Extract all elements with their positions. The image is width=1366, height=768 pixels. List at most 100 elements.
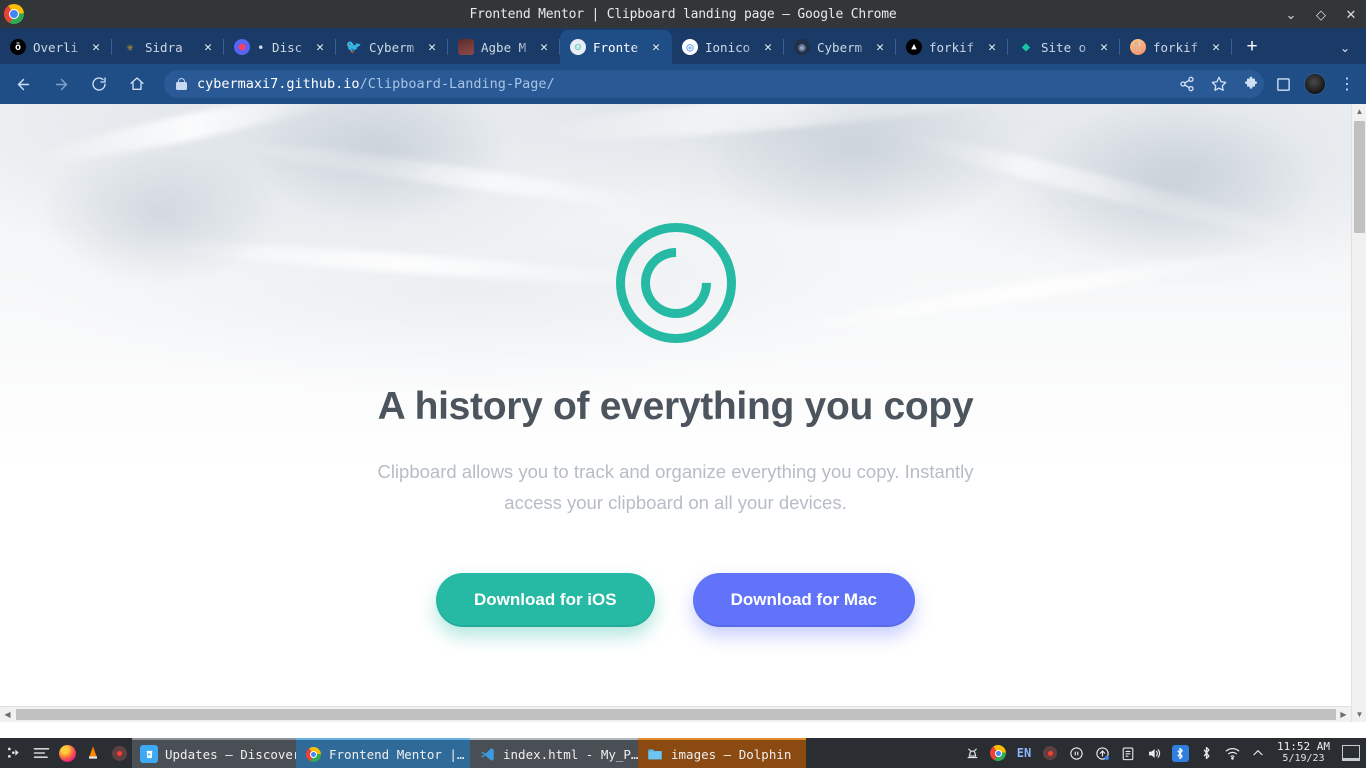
notifications-icon[interactable] xyxy=(959,738,985,768)
screen: Frontend Mentor | Clipboard landing page… xyxy=(0,0,1366,768)
tab-close-icon[interactable]: ✕ xyxy=(312,39,328,55)
side-panel-icon[interactable] xyxy=(1268,69,1298,99)
browser-tab[interactable]: • Disc ✕ xyxy=(224,30,336,64)
download-mac-button[interactable]: Download for Mac xyxy=(692,572,915,627)
tab-title: Site o xyxy=(1041,39,1087,55)
clock[interactable]: 11:52 AM 5/19/23 xyxy=(1271,741,1336,765)
clipboard-tray-icon[interactable] xyxy=(1115,738,1141,768)
folder-icon xyxy=(646,745,664,763)
bluetooth-active-icon[interactable] xyxy=(1167,738,1193,768)
wifi-icon[interactable] xyxy=(1219,738,1245,768)
url-host: cybermaxi7.github.io xyxy=(197,76,360,92)
vertical-scrollbar[interactable]: ▲ ▼ xyxy=(1351,104,1366,722)
lock-icon xyxy=(176,77,187,91)
maximize-button[interactable]: ◇ xyxy=(1314,8,1328,21)
scroll-up-arrow[interactable]: ▲ xyxy=(1352,104,1366,119)
taskbar-window-updates[interactable]: Updates — Discover xyxy=(132,738,296,768)
clock-date: 5/19/23 xyxy=(1282,753,1325,764)
desktop-taskbar: Updates — Discover Frontend Mentor |… in… xyxy=(0,738,1366,768)
browser-tab[interactable]: ✳ Sidra ✕ xyxy=(112,30,224,64)
cta-button-row: Download for iOS Download for Mac xyxy=(0,572,1351,627)
close-button[interactable]: ✕ xyxy=(1344,8,1358,21)
show-hidden-icons-chevron-icon[interactable] xyxy=(1245,738,1271,768)
address-bar[interactable]: cybermaxi7.github.io/Clipboard-Landing-P… xyxy=(164,70,1264,98)
browser-tab[interactable]: 🐦 Cyberm ✕ xyxy=(336,30,448,64)
bookmark-star-icon[interactable] xyxy=(1204,69,1234,99)
browser-title-bar: Frontend Mentor | Clipboard landing page… xyxy=(0,0,1366,28)
back-button[interactable] xyxy=(8,69,38,99)
tab-close-icon[interactable]: ✕ xyxy=(984,39,1000,55)
tab-close-icon[interactable]: ✕ xyxy=(536,39,552,55)
download-ios-button[interactable]: Download for iOS xyxy=(435,572,655,627)
tab-close-icon[interactable]: ✕ xyxy=(424,39,440,55)
sidra-icon: ✳ xyxy=(122,39,138,55)
browser-tab[interactable]: ◉ Cyberm ✕ xyxy=(784,30,896,64)
updates-icon[interactable] xyxy=(1089,738,1115,768)
tab-close-icon[interactable]: ✕ xyxy=(1096,39,1112,55)
firefox-icon[interactable] xyxy=(54,738,80,768)
taskbar-window-label: Updates — Discover xyxy=(165,746,296,762)
keyboard-language-indicator[interactable]: EN xyxy=(1011,738,1037,768)
reload-button[interactable] xyxy=(84,69,114,99)
horizontal-scrollbar[interactable]: ◀ ▶ xyxy=(0,706,1351,722)
share-icon[interactable] xyxy=(1172,69,1202,99)
clock-time: 11:52 AM xyxy=(1277,740,1330,753)
page-headline: A history of everything you copy xyxy=(377,385,974,428)
recorder-icon[interactable] xyxy=(1037,738,1063,768)
show-desktop-button[interactable] xyxy=(1342,745,1360,761)
tab-close-icon[interactable]: ✕ xyxy=(760,39,776,55)
page-viewport: A history of everything you copy Clipboa… xyxy=(0,104,1366,738)
extensions-puzzle-icon[interactable] xyxy=(1236,69,1266,99)
tab-close-icon[interactable]: ✕ xyxy=(872,39,888,55)
discord-icon xyxy=(234,39,250,55)
tab-close-icon[interactable]: ✕ xyxy=(200,39,216,55)
tab-close-icon[interactable]: ✕ xyxy=(648,39,664,55)
taskbar-window-label: images — Dolphin xyxy=(671,746,792,762)
media-pause-icon[interactable] xyxy=(1063,738,1089,768)
home-button[interactable] xyxy=(122,69,152,99)
taskbar-window-dolphin[interactable]: images — Dolphin xyxy=(638,738,806,768)
avatar-icon xyxy=(458,39,474,55)
forward-button[interactable] xyxy=(46,69,76,99)
browser-tab[interactable]: Agbe M ✕ xyxy=(448,30,560,64)
diamond-icon: ◆ xyxy=(1021,39,1031,55)
chrome-tray-icon[interactable] xyxy=(985,738,1011,768)
tab-search-button[interactable]: ⌄ xyxy=(1334,37,1356,59)
chrome-menu-icon[interactable]: ⋮ xyxy=(1332,69,1362,99)
tab-title: Cyberm xyxy=(369,39,415,55)
browser-tab[interactable]: ▲ forkif ✕ xyxy=(896,30,1008,64)
tab-close-icon[interactable]: ✕ xyxy=(88,39,104,55)
tab-separator xyxy=(1231,39,1232,55)
horizontal-scroll-thumb[interactable] xyxy=(16,709,1336,720)
avatar xyxy=(1304,73,1326,95)
tab-close-icon[interactable]: ✕ xyxy=(1208,39,1224,55)
browser-tab[interactable]: ☺ Fronte ✕ xyxy=(560,30,672,64)
forkify-icon: ▲ xyxy=(906,39,922,55)
twitter-icon: 🐦 xyxy=(346,39,362,55)
browser-tab[interactable]: ◎ Ionico ✕ xyxy=(672,30,784,64)
browser-toolbar: cybermaxi7.github.io/Clipboard-Landing-P… xyxy=(0,64,1366,104)
vertical-scroll-thumb[interactable] xyxy=(1354,121,1365,233)
volume-icon[interactable] xyxy=(1141,738,1167,768)
new-tab-button[interactable]: + xyxy=(1238,33,1266,61)
profile-avatar[interactable] xyxy=(1300,69,1330,99)
taskbar-window-vscode[interactable]: index.html - My_P… xyxy=(470,738,638,768)
tab-title: Agbe M xyxy=(481,39,527,55)
minimize-button[interactable]: ⌄ xyxy=(1284,8,1298,21)
scroll-right-arrow[interactable]: ▶ xyxy=(1336,707,1351,722)
scroll-left-arrow[interactable]: ◀ xyxy=(0,707,15,722)
chrome-logo-icon xyxy=(4,4,24,24)
page-subheadline: Clipboard allows you to track and organi… xyxy=(377,460,974,513)
logo-container xyxy=(0,223,1351,343)
application-launcher-icon[interactable] xyxy=(0,738,28,768)
app-menu-icon[interactable] xyxy=(28,738,54,768)
bluetooth-icon[interactable] xyxy=(1193,738,1219,768)
taskbar-window-label: Frontend Mentor |… xyxy=(329,746,465,762)
browser-tab[interactable]: ō Overli ✕ xyxy=(0,30,112,64)
scroll-down-arrow[interactable]: ▼ xyxy=(1352,707,1366,722)
browser-tab[interactable]: 🍴 forkif ✕ xyxy=(1120,30,1232,64)
browser-tab[interactable]: ◆ Site o ✕ xyxy=(1008,30,1120,64)
record-icon[interactable] xyxy=(106,738,132,768)
vlc-icon[interactable] xyxy=(80,738,106,768)
taskbar-window-chrome[interactable]: Frontend Mentor |… xyxy=(296,738,470,768)
